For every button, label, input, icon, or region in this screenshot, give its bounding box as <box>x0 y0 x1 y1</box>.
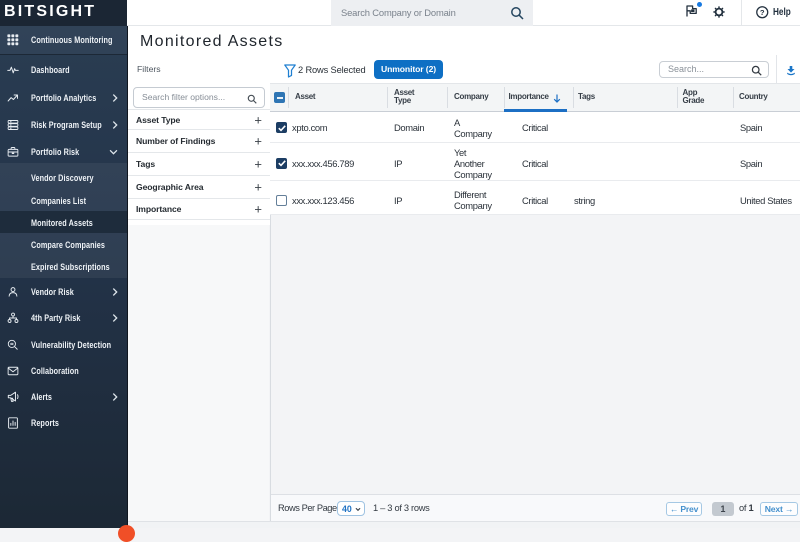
svg-text:?: ? <box>760 8 765 17</box>
